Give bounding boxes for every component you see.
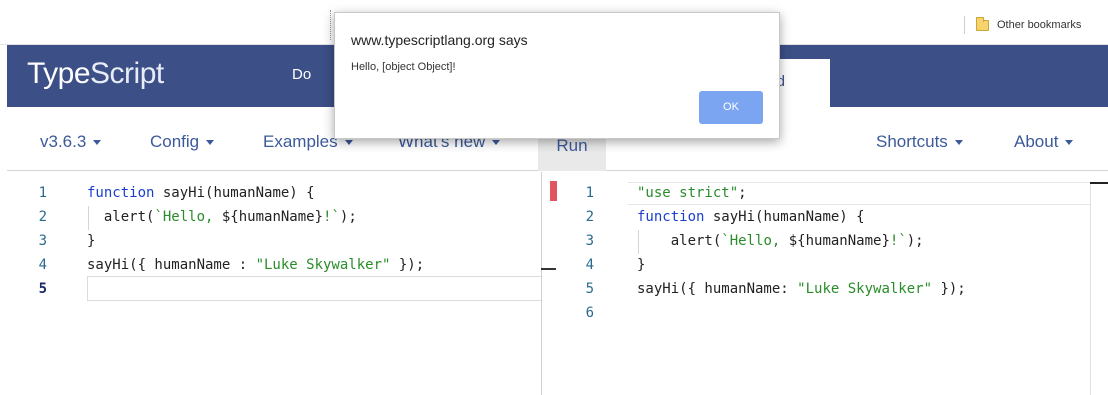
dialog-title: www.typescriptlang.org says [351, 32, 528, 48]
code-token: ${humanName} [788, 233, 890, 249]
code-token: ); [339, 209, 357, 225]
line-number: 6 [585, 305, 594, 321]
other-bookmarks-link[interactable]: Other bookmarks [997, 19, 1081, 31]
config-label: Config [150, 132, 200, 151]
string-token: "Luke Skywalker" [797, 281, 933, 297]
string-token: !` [889, 233, 907, 249]
code-token: alert( [637, 233, 722, 249]
code-token: ; [738, 185, 747, 201]
chevron-down-icon [492, 140, 501, 146]
bookmarks-divider [964, 16, 965, 34]
code-token: } [637, 257, 646, 273]
current-line-highlight [87, 276, 557, 301]
about-label: About [1014, 132, 1059, 151]
version-label: v3.6.3 [40, 132, 87, 151]
keyword-token: function [637, 209, 705, 225]
code-token: ); [906, 233, 924, 249]
shortcuts-dropdown[interactable]: Shortcuts [876, 132, 963, 152]
line-number: 4 [38, 257, 47, 273]
chevron-down-icon [206, 140, 215, 146]
error-marker [550, 181, 557, 201]
version-dropdown[interactable]: v3.6.3 [40, 132, 102, 152]
code-token: ${humanName} [221, 209, 324, 225]
logo-type-text: Type [27, 57, 91, 90]
line-number: 2 [38, 209, 47, 225]
code-token: }); [390, 257, 425, 273]
line-number: 5 [38, 281, 47, 297]
string-token: "Luke Skywalker" [255, 257, 391, 273]
js-output-editor[interactable]: 1 "use strict"; 2 function sayHi(humanName)… [541, 172, 1108, 395]
code-text: } [637, 253, 645, 277]
code-text: alert(`Hello, ${humanName}!`); [87, 205, 357, 229]
output-scrollbar-indicator[interactable] [1090, 182, 1108, 184]
ts-source-editor[interactable]: 1 function sayHi(humanName) { 2 alert(`Hel… [7, 172, 557, 395]
output-line-highlight-bottom [628, 204, 1090, 205]
code-token: } [87, 233, 96, 249]
keyword-token: function [87, 185, 155, 201]
code-token: sayHi(humanName) { [154, 185, 315, 201]
line-number: 5 [585, 281, 594, 297]
line-number: 3 [585, 233, 594, 249]
shortcuts-label: Shortcuts [876, 132, 948, 151]
string-token: "use strict" [637, 185, 739, 201]
code-token: sayHi(humanName) { [704, 209, 865, 225]
chevron-down-icon [93, 140, 102, 146]
folder-icon[interactable] [976, 17, 989, 31]
code-text: } [87, 229, 95, 253]
string-token: `Hello, [721, 233, 789, 249]
code-token: }); [932, 281, 966, 297]
line-number: 2 [585, 209, 594, 225]
code-text: sayHi({ humanName: "Luke Skywalker" }); [637, 277, 966, 301]
code-token: alert( [87, 209, 155, 225]
string-token: `Hello, [154, 209, 222, 225]
line-number: 1 [585, 185, 594, 201]
logo-script-text: Script [90, 57, 164, 90]
line-number: 3 [38, 233, 47, 249]
output-line-highlight-top [628, 182, 1090, 183]
code-text: function sayHi(humanName) { [637, 205, 865, 229]
tabstrip-grip [330, 10, 333, 40]
code-token: sayHi({ humanName : [87, 257, 256, 273]
ok-button[interactable]: OK [699, 91, 763, 124]
code-text: alert(`Hello, ${humanName}!`); [637, 229, 924, 253]
string-token: !` [323, 209, 340, 225]
config-dropdown[interactable]: Config [150, 132, 215, 152]
about-dropdown[interactable]: About [1014, 132, 1074, 152]
examples-label: Examples [263, 132, 338, 151]
dialog-message: Hello, [object Object]! [351, 61, 456, 73]
code-text: function sayHi(humanName) { [87, 181, 315, 205]
chevron-down-icon [344, 140, 353, 146]
indent-guide [88, 206, 89, 230]
splitter-handle[interactable] [541, 268, 556, 270]
output-scroll-border [1090, 182, 1091, 395]
code-token: sayHi({ humanName: [637, 281, 798, 297]
chevron-down-icon [1065, 140, 1074, 146]
alert-dialog: www.typescriptlang.org says Hello, [obje… [334, 12, 780, 139]
line-number: 1 [38, 185, 47, 201]
chevron-down-icon [954, 140, 963, 146]
typescript-logo[interactable]: TypeScript [27, 57, 164, 91]
nav-docs-link[interactable]: Do [292, 66, 311, 83]
indent-guide [638, 230, 639, 254]
code-text: "use strict"; [637, 181, 747, 205]
code-text: sayHi({ humanName : "Luke Skywalker" }); [87, 253, 424, 277]
line-number: 4 [585, 257, 594, 273]
